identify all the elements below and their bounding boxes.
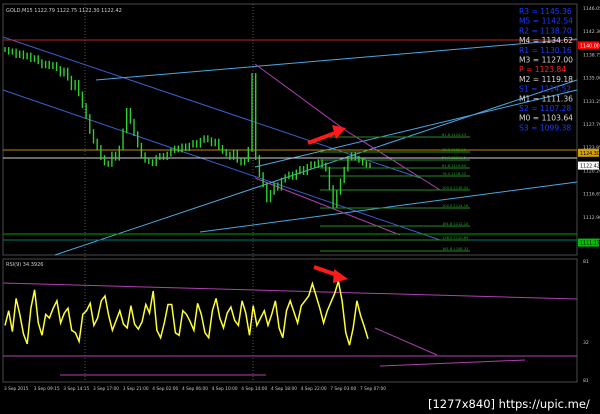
x-tick-label: 3 Sep 17:00	[93, 386, 119, 392]
fib-label: 61.8 1119.80	[442, 164, 467, 168]
fib-label: 161.8 1112.10	[442, 222, 469, 226]
pivot-level-m1: M1 = 1111.36	[519, 94, 573, 103]
x-tick-label: 4 Sep 02:00	[152, 386, 178, 392]
pivot-level-r3: R3 = 1145.36	[519, 7, 572, 16]
fib-label: 161.8 1108.33	[442, 247, 468, 251]
pivot-level-r2: R2 = 1138.70	[519, 26, 572, 35]
x-tick-label: 4 Sep 10:00	[212, 386, 238, 392]
x-tick-label: 3 Sep 09:15	[34, 386, 60, 392]
fib-label: 100.0 1116.02	[442, 186, 468, 190]
price-label: 1140.00	[580, 43, 600, 49]
y-tick-label: 1112.90	[583, 215, 600, 221]
y-tick-label: 1135.00	[583, 76, 600, 82]
y-tick-label: 1138.75	[583, 52, 600, 58]
y-tick-label: 1146.05	[583, 6, 600, 12]
fib-label: 76.4 1118.33	[442, 172, 466, 176]
pivot-legend: R3 = 1145.36M5 = 1142.54R2 = 1138.70M4 =…	[519, 7, 573, 132]
x-tick-label: 4 Sep 14:00	[241, 386, 267, 392]
pivot-level-s3: S3 = 1099.38	[519, 123, 571, 132]
chart-canvas: GOLD,M15 1122.79 1122.75 1122.30 1122.42…	[0, 0, 600, 414]
pivot-level-m0: M0 = 1103.64	[519, 114, 573, 123]
fib-label: 138.2 1110.65	[442, 236, 468, 240]
price-label: 1122.42	[580, 164, 600, 170]
rsi-tick-label: 81	[583, 378, 589, 384]
fib-label: 38.2 1122.11	[442, 148, 466, 152]
fib-label: 50.0 1120.95	[442, 156, 466, 160]
x-tick-label: 4 Sep 18:00	[271, 386, 297, 392]
x-tick-label: 3 Sep 2015	[4, 386, 29, 392]
price-label: 1124.30	[580, 151, 600, 157]
y-tick-label: 1127.70	[583, 122, 600, 128]
x-tick-label: 3 Sep 21:00	[123, 386, 149, 392]
pivot-level-s1: S1 = 1114.52	[519, 85, 571, 94]
fib-label: 100.0 1114.16	[442, 204, 469, 208]
x-tick-label: 3 Sep 14:15	[63, 386, 89, 392]
fib-label: 61.8 1124.43	[442, 133, 466, 137]
watermark: [1277x840] https://upic.me/	[428, 397, 590, 411]
rsi-tick-label: 81	[583, 259, 589, 265]
pivot-level-m4: M4 = 1134.62	[519, 36, 573, 45]
price-label: 1111.17	[580, 241, 600, 247]
pivot-level-s2: S2 = 1107.28	[519, 104, 571, 113]
x-tick-label: 7 Sep 07:00	[360, 386, 386, 392]
pivot-level-p: P = 1123.84	[519, 65, 566, 74]
main-panel-title: GOLD,M15 1122.79 1122.75 1122.30 1122.42	[6, 8, 122, 14]
x-tick-label: 4 Sep 06:00	[182, 386, 208, 392]
pivot-level-m5: M5 = 1142.54	[519, 17, 573, 26]
x-tick-label: 7 Sep 03:00	[330, 386, 356, 392]
rsi-tick-label: 32	[583, 340, 589, 346]
y-tick-label: 1116.65	[583, 192, 600, 198]
rsi-panel-title: RSI(9) 34.3926	[6, 262, 43, 268]
pivot-level-m3: M3 = 1127.00	[519, 56, 573, 65]
x-tick-label: 4 Sep 22:00	[301, 386, 327, 392]
y-tick-label: 1142.30	[583, 29, 600, 35]
y-tick-label: 1131.25	[583, 99, 600, 105]
pivot-level-m2: M2 = 1119.18	[519, 75, 573, 84]
pivot-level-r1: R1 = 1130.16	[519, 46, 572, 55]
chart-background	[0, 0, 600, 414]
